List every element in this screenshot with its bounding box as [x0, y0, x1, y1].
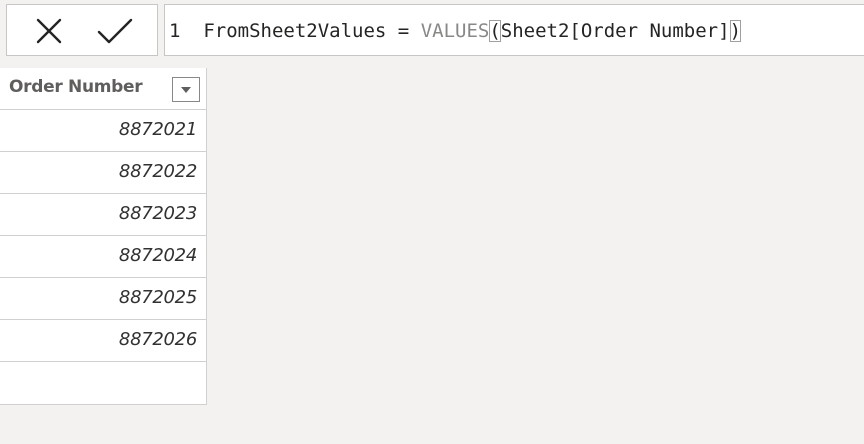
table-cell: 8872023: [118, 203, 197, 224]
line-number: 1: [169, 20, 181, 42]
open-paren: (: [489, 20, 501, 42]
table-cell: 8872022: [118, 161, 197, 182]
table-row[interactable]: 8872025: [0, 278, 206, 320]
commit-formula-button[interactable]: [89, 11, 141, 51]
table-cell: 8872024: [118, 245, 197, 266]
column-header[interactable]: Order Number: [0, 68, 206, 110]
formula-commit-controls: [6, 4, 158, 56]
table-row[interactable]: 8872021: [0, 110, 206, 152]
dropdown-arrow-icon: [181, 86, 191, 93]
close-paren: ): [729, 20, 742, 42]
formula-line: 1 FromSheet2Values = VALUES(Sheet2[Order…: [169, 18, 742, 44]
function-name: VALUES: [420, 20, 490, 42]
data-table: Order Number 8872021 8872022 8872023 887…: [0, 68, 207, 405]
cancel-formula-button[interactable]: [23, 11, 75, 51]
close-x-icon: [36, 18, 62, 44]
table-cell: 8872021: [118, 119, 197, 140]
table-cell: 8872025: [118, 287, 197, 308]
column-header-label: Order Number: [9, 77, 143, 97]
formula-editor[interactable]: 1 FromSheet2Values = VALUES(Sheet2[Order…: [164, 4, 864, 56]
measure-name: FromSheet2Values =: [203, 20, 421, 42]
empty-table-row: [0, 362, 206, 404]
checkmark-icon: [97, 18, 133, 44]
table-row[interactable]: 8872022: [0, 152, 206, 194]
formula-bar: 1 FromSheet2Values = VALUES(Sheet2[Order…: [0, 0, 864, 62]
table-row[interactable]: 8872026: [0, 320, 206, 362]
table-row[interactable]: 8872023: [0, 194, 206, 236]
column-filter-button[interactable]: [172, 77, 200, 102]
table-cell: 8872026: [118, 329, 197, 350]
formula-argument: Sheet2[Order Number]: [500, 20, 730, 42]
table-row[interactable]: 8872024: [0, 236, 206, 278]
